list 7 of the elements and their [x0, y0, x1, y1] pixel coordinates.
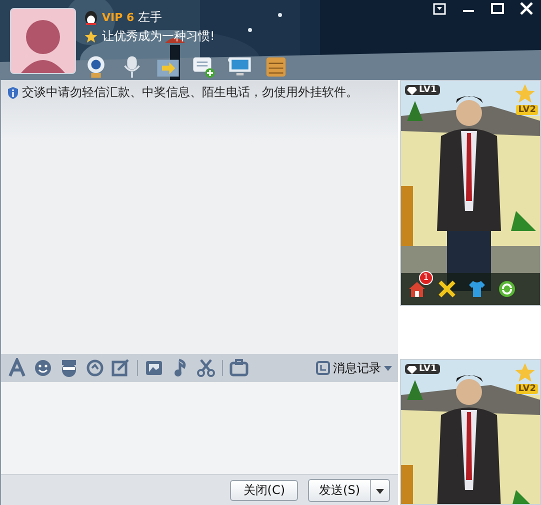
security-notice: 交谈中请勿轻信汇款、中奖信息、陌生电话，勿使用外挂软件。 [22, 84, 358, 101]
send-button[interactable]: 发送(S) [308, 478, 390, 502]
close-button[interactable]: 关闭(C) [230, 480, 298, 500]
message-history-button[interactable]: 消息记录 [316, 360, 392, 376]
level-label: LV2 [516, 105, 538, 115]
level-label: LV2 [516, 384, 538, 394]
send-label[interactable]: 发送(S) [309, 480, 370, 500]
